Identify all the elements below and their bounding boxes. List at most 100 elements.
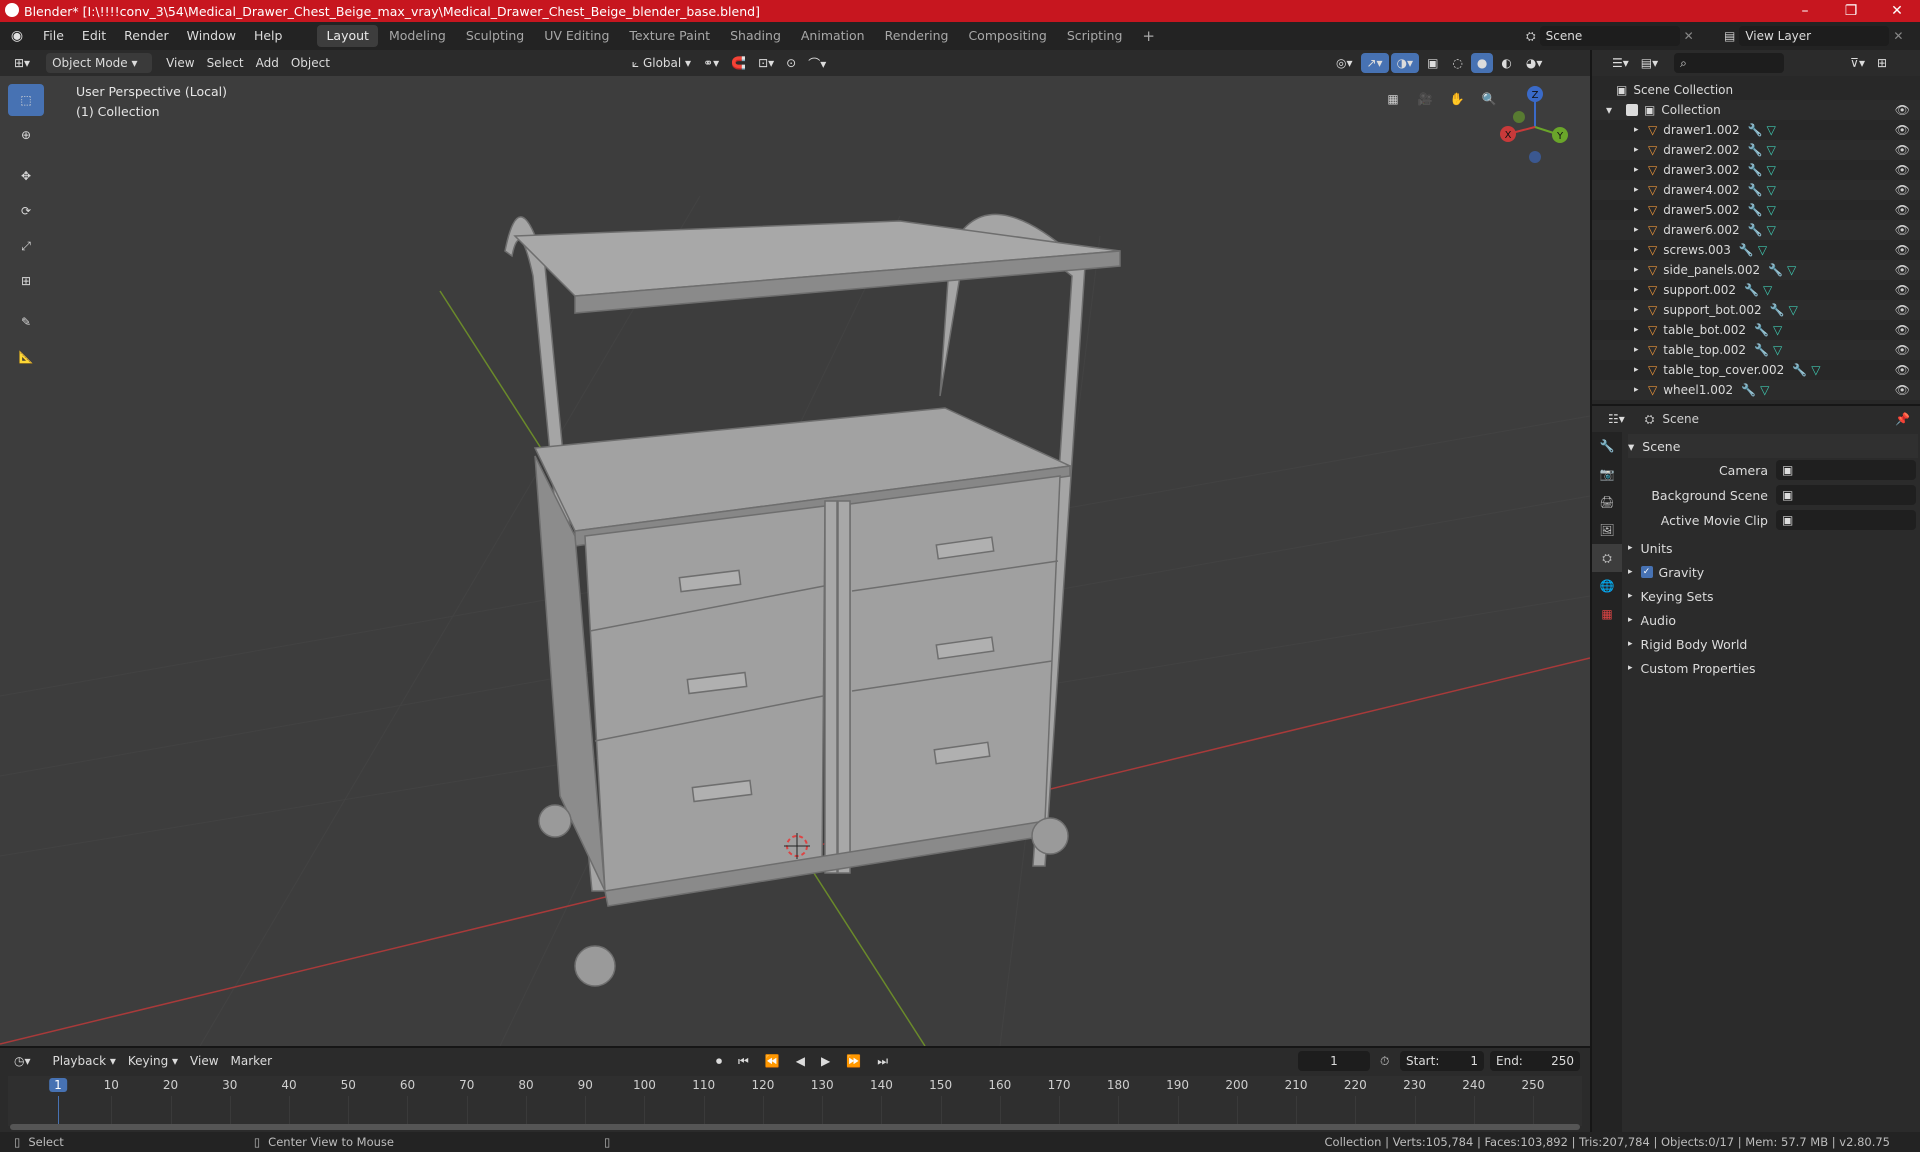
material-shading-icon[interactable]: ◐ (1495, 53, 1517, 73)
outliner-object-row[interactable]: ▸ ▽ table_top.002 🔧 ▽ 👁 (1592, 340, 1920, 360)
outliner-object-row[interactable]: ▸ ▽ side_panels.002 🔧 ▽ 👁 (1592, 260, 1920, 280)
filter-icon[interactable]: ⊽▾ (1844, 53, 1871, 73)
tab-texture-paint[interactable]: Texture Paint (620, 25, 719, 47)
menu-keying[interactable]: Keying ▾ (122, 1051, 184, 1071)
eye-icon[interactable]: 👁 (1895, 383, 1910, 397)
minimize-button[interactable]: – (1782, 0, 1828, 22)
menu-select[interactable]: Select (201, 53, 250, 73)
transform-icon[interactable]: ⊞ (8, 265, 44, 297)
pan-hand-icon[interactable]: ✋ (1444, 86, 1470, 112)
menu-file[interactable]: File (34, 22, 73, 50)
expand-arrow-icon[interactable]: ▸ (1634, 225, 1648, 235)
view-layer-icon[interactable]: ▤ (1724, 29, 1735, 43)
eye-icon[interactable]: 👁 (1895, 263, 1910, 277)
expand-arrow-icon[interactable]: ▸ (1634, 185, 1648, 195)
display-mode-icon[interactable]: ▤▾ (1635, 53, 1664, 73)
tab-scripting[interactable]: Scripting (1058, 25, 1132, 47)
mesh-data-icon[interactable]: ▽ (1767, 143, 1776, 157)
panel-header[interactable]: ▸ Keying Sets (1628, 584, 1918, 608)
expand-arrow-icon[interactable]: ▸ (1634, 345, 1648, 355)
modifier-icon[interactable]: 🔧 (1748, 223, 1763, 237)
playhead[interactable] (58, 1096, 59, 1124)
modifier-icon[interactable]: 🔧 (1748, 163, 1763, 177)
expand-arrow-icon[interactable]: ▸ (1634, 265, 1648, 275)
mesh-data-icon[interactable]: ▽ (1767, 203, 1776, 217)
snap-target-icon[interactable]: ⊡▾ (752, 53, 780, 73)
eye-icon[interactable]: 👁 (1895, 183, 1910, 197)
eye-icon[interactable]: 👁 (1895, 123, 1910, 137)
end-frame-field[interactable]: End: 250 (1490, 1051, 1580, 1071)
outliner-object-row[interactable]: ▸ ▽ table_bot.002 🔧 ▽ 👁 (1592, 320, 1920, 340)
expand-arrow-icon[interactable]: ▸ (1634, 285, 1648, 295)
zoom-icon[interactable]: 🔍 (1476, 86, 1502, 112)
modifier-icon[interactable]: 🔧 (1748, 183, 1763, 197)
timeline-editor-type-icon[interactable]: ◷▾ (8, 1051, 37, 1071)
menu-playback[interactable]: Playback ▾ (47, 1051, 122, 1071)
gravity-checkbox[interactable]: ✓ (1640, 566, 1653, 578)
grid-view-icon[interactable]: ▦ (1380, 86, 1406, 112)
outliner-object-row[interactable]: ▸ ▽ screws.003 🔧 ▽ 👁 (1592, 240, 1920, 260)
view-layer-tab-icon[interactable]: 🖼 (1592, 516, 1622, 544)
eye-icon[interactable]: 👁 (1895, 243, 1910, 257)
outliner-object-row[interactable]: ▸ ▽ support.002 🔧 ▽ 👁 (1592, 280, 1920, 300)
menu-timeline-view[interactable]: View (184, 1051, 224, 1071)
modifier-icon[interactable]: 🔧 (1748, 123, 1763, 137)
property-input[interactable]: ▣ (1776, 485, 1916, 505)
close-button[interactable]: ✕ (1874, 0, 1920, 22)
eye-icon[interactable]: 👁 (1895, 363, 1910, 377)
properties-editor-type-icon[interactable]: ☷▾ (1602, 409, 1631, 429)
eye-icon[interactable]: 👁 (1895, 343, 1910, 357)
texture-tab-icon[interactable]: ▦ (1592, 600, 1622, 628)
mesh-data-icon[interactable]: ▽ (1767, 223, 1776, 237)
menu-view[interactable]: View (160, 53, 200, 73)
wireframe-shading-icon[interactable]: ◌ (1446, 53, 1468, 73)
mesh-data-icon[interactable]: ▽ (1767, 123, 1776, 137)
blender-menu-icon[interactable]: ◉ (0, 28, 34, 44)
property-input[interactable]: ▣ (1776, 510, 1916, 530)
collection-checkbox[interactable] (1626, 104, 1638, 116)
expand-arrow-icon[interactable]: ▸ (1634, 245, 1648, 255)
view-layer-field[interactable]: View Layer (1739, 26, 1890, 46)
prev-keyframe-icon[interactable]: ⏪ (759, 1051, 786, 1071)
tool-tab-icon[interactable]: 🔧 (1592, 432, 1622, 460)
outliner-object-row[interactable]: ▸ ▽ drawer6.002 🔧 ▽ 👁 (1592, 220, 1920, 240)
tab-modeling[interactable]: Modeling (380, 25, 455, 47)
expand-arrow-icon[interactable]: ▸ (1634, 325, 1648, 335)
mesh-data-icon[interactable]: ▽ (1787, 263, 1796, 277)
snap-icon[interactable]: 🧲 (725, 53, 752, 73)
panel-header[interactable]: ▸ Rigid Body World (1628, 632, 1918, 656)
start-frame-field[interactable]: Start: 1 (1400, 1051, 1484, 1071)
panel-header[interactable]: ▸ ✓ Gravity (1628, 560, 1918, 584)
rendered-shading-icon[interactable]: ◕▾ (1520, 53, 1549, 73)
expand-arrow-icon[interactable]: ▸ (1634, 305, 1648, 315)
scene-selector-icon[interactable]: ⛭ (1526, 29, 1536, 44)
scene-close-icon[interactable]: ✕ (1684, 29, 1694, 43)
expand-arrow-icon[interactable]: ▸ (1634, 125, 1648, 135)
outliner-object-row[interactable]: ▸ ▽ drawer3.002 🔧 ▽ 👁 (1592, 160, 1920, 180)
panel-header[interactable]: ▸ Audio (1628, 608, 1918, 632)
current-frame-field[interactable]: 1 (1298, 1051, 1370, 1071)
modifier-icon[interactable]: 🔧 (1768, 263, 1783, 277)
modifier-icon[interactable]: 🔧 (1770, 303, 1785, 317)
outliner-object-row[interactable]: ▸ ▽ drawer1.002 🔧 ▽ 👁 (1592, 120, 1920, 140)
play-reverse-icon[interactable]: ◀ (790, 1051, 811, 1071)
jump-start-icon[interactable]: ⏮ (732, 1051, 755, 1071)
outliner-object-row[interactable]: ▸ ▽ support_bot.002 🔧 ▽ 👁 (1592, 300, 1920, 320)
pivot-icon[interactable]: ⚭▾ (697, 53, 725, 73)
menu-object[interactable]: Object (285, 53, 336, 73)
modifier-icon[interactable]: 🔧 (1744, 283, 1759, 297)
select-box-icon[interactable]: ⬚ (8, 84, 44, 116)
view-layer-close-icon[interactable]: ✕ (1893, 29, 1903, 43)
eye-icon[interactable]: 👁 (1895, 143, 1910, 157)
mesh-data-icon[interactable]: ▽ (1760, 383, 1769, 397)
mesh-data-icon[interactable]: ▽ (1763, 283, 1772, 297)
expand-arrow-icon[interactable]: ▸ (1634, 205, 1648, 215)
tab-shading[interactable]: Shading (721, 25, 790, 47)
expand-arrow-icon[interactable]: ▾ (1606, 103, 1620, 117)
tab-compositing[interactable]: Compositing (959, 25, 1055, 47)
timeline-scrollbar[interactable] (10, 1124, 1580, 1130)
mesh-data-icon[interactable]: ▽ (1773, 323, 1782, 337)
new-collection-icon[interactable]: ⊞ (1871, 53, 1893, 73)
eye-icon[interactable]: 👁 (1895, 323, 1910, 337)
scene-collection-row[interactable]: ▣ Scene Collection (1592, 80, 1920, 100)
